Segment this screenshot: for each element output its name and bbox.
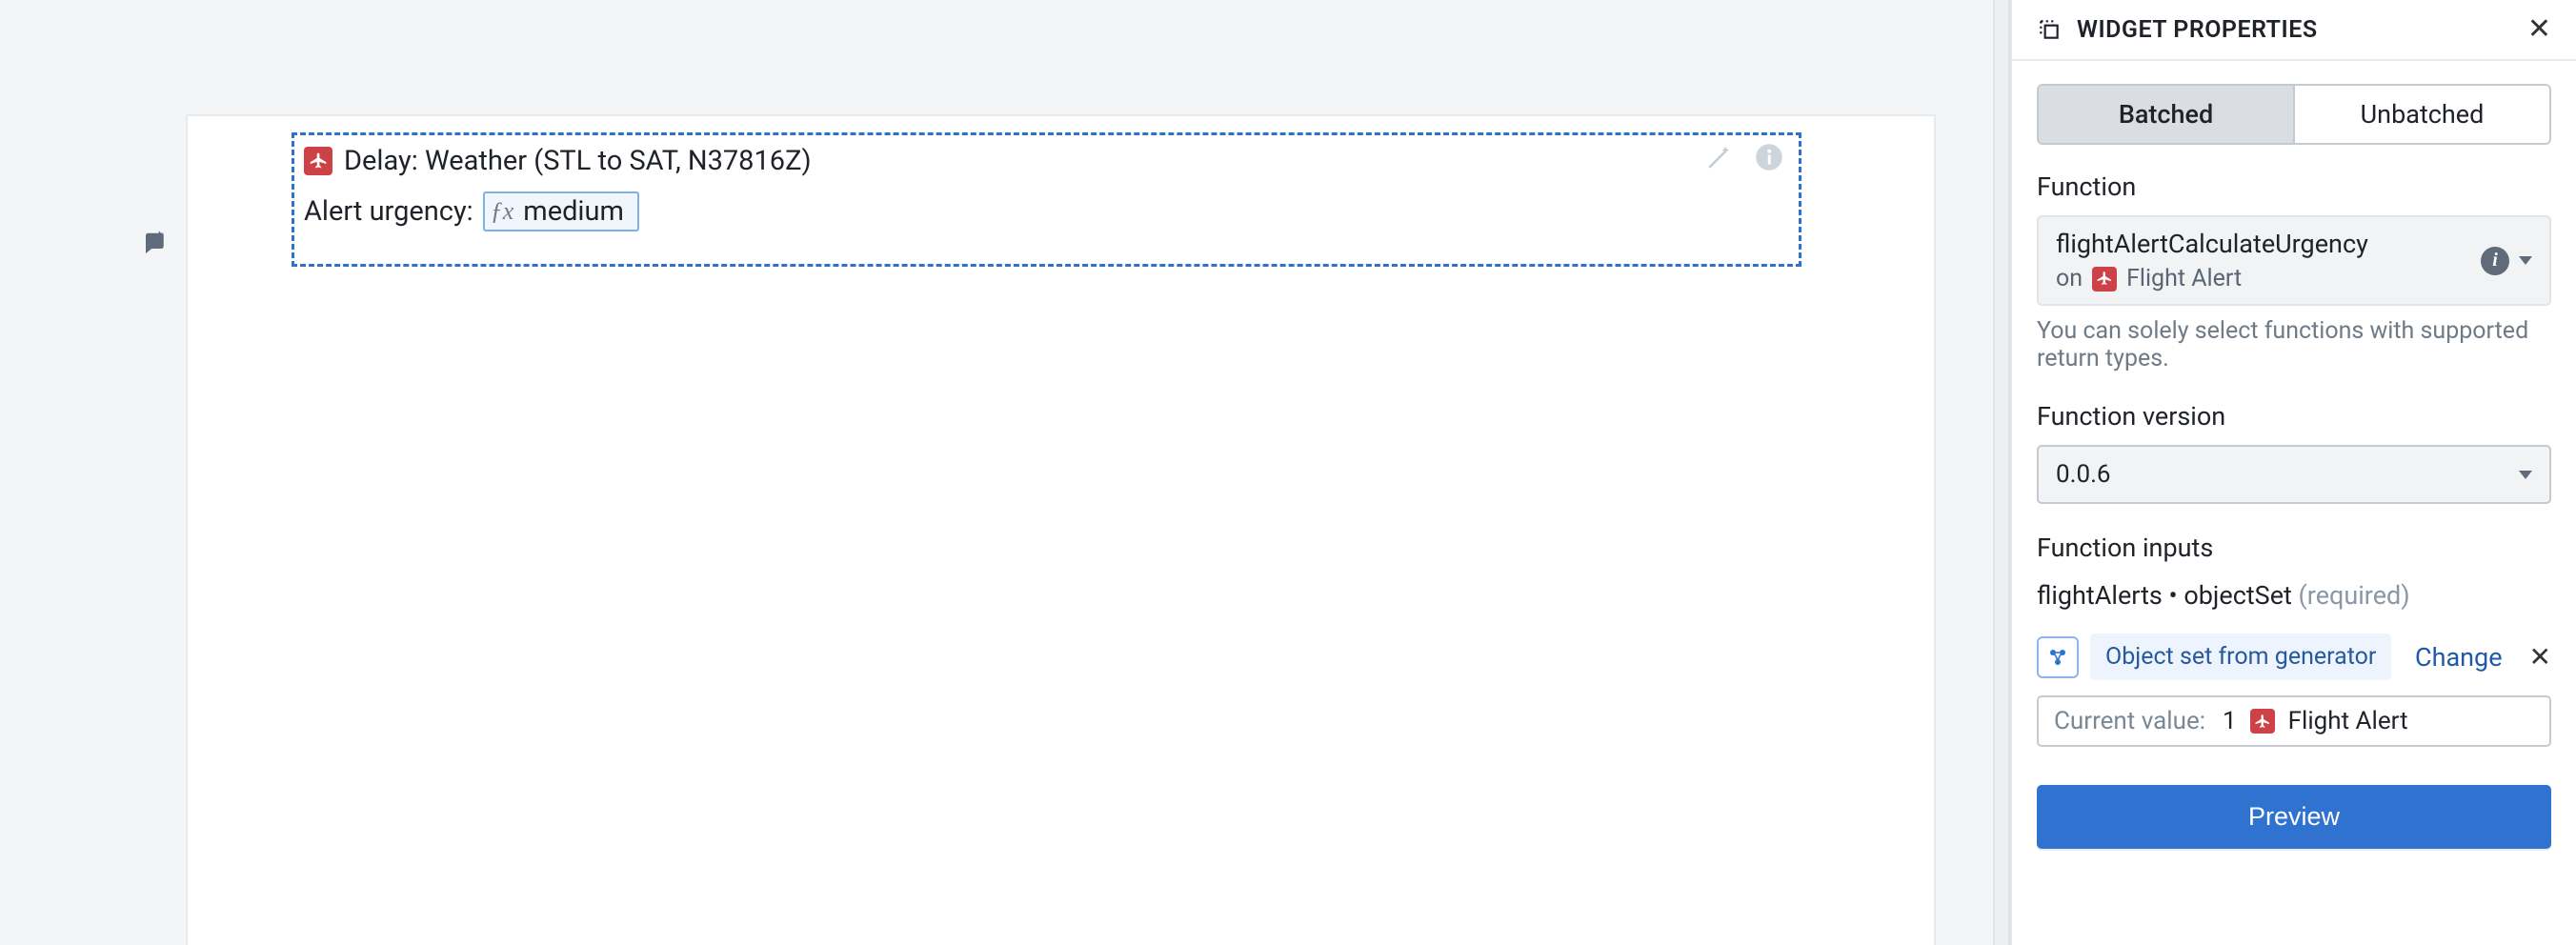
input-param-type: objectSet	[2184, 580, 2291, 611]
flight-alert-icon	[2250, 709, 2275, 734]
batch-mode-segmented: Batched Unbatched	[2037, 84, 2551, 145]
function-label: Function	[2037, 171, 2551, 202]
object-set-chip[interactable]: Object set from generator	[2090, 633, 2391, 680]
chevron-down-icon[interactable]	[2519, 256, 2532, 265]
batched-tab[interactable]: Batched	[2039, 86, 2295, 143]
chevron-down-icon	[2519, 471, 2532, 479]
input-param-required: (required)	[2299, 580, 2410, 611]
info-icon[interactable]	[1755, 143, 1783, 178]
current-value-count: 1	[2223, 707, 2237, 735]
fx-icon: ƒx	[491, 197, 514, 226]
remove-input-button[interactable]: ✕	[2529, 644, 2551, 671]
function-selector[interactable]: flightAlertCalculateUrgency on Flight Al…	[2037, 215, 2551, 306]
function-info-icon[interactable]: i	[2481, 247, 2509, 275]
version-value: 0.0.6	[2056, 460, 2111, 489]
function-on-type: Flight Alert	[2126, 265, 2242, 292]
widget-title: Delay: Weather (STL to SAT, N37816Z)	[344, 145, 812, 177]
widget-properties-icon	[2037, 17, 2062, 42]
flight-alert-icon	[304, 147, 332, 175]
panel-title: WIDGET PROPERTIES	[2077, 16, 2318, 44]
current-value-label: Current value:	[2054, 707, 2205, 735]
current-value-type: Flight Alert	[2288, 707, 2408, 735]
current-value-box: Current value: 1 Flight Alert	[2037, 695, 2551, 747]
change-button[interactable]: Change	[2415, 642, 2503, 673]
side-panel-scrollbar[interactable]	[1993, 0, 2010, 945]
urgency-value-pill[interactable]: ƒx medium	[483, 191, 639, 231]
close-panel-button[interactable]: ✕	[2527, 15, 2551, 44]
inputs-label: Function inputs	[2037, 533, 2551, 563]
urgency-value: medium	[523, 195, 624, 228]
inputs-param: flightAlerts • objectSet (required)	[2037, 580, 2551, 611]
function-name: flightAlertCalculateUrgency	[2056, 229, 2368, 259]
unbatched-tab[interactable]: Unbatched	[2295, 86, 2549, 143]
function-on-prefix: on	[2056, 265, 2083, 292]
widget-properties-panel: WIDGET PROPERTIES ✕ Batched Unbatched Fu…	[2010, 0, 2576, 945]
canvas-surface[interactable]: Delay: Weather (STL to SAT, N37816Z)	[186, 114, 1936, 945]
input-param-name: flightAlerts	[2037, 580, 2163, 611]
version-select[interactable]: 0.0.6	[2037, 445, 2551, 504]
comment-tool-icon[interactable]	[141, 230, 170, 265]
function-helper: You can solely select functions with sup…	[2037, 317, 2551, 372]
version-label: Function version	[2037, 401, 2551, 432]
wand-icon[interactable]	[1705, 143, 1734, 178]
selected-widget[interactable]: Delay: Weather (STL to SAT, N37816Z)	[292, 132, 1801, 267]
object-set-icon[interactable]	[2037, 636, 2079, 678]
preview-button[interactable]: Preview	[2037, 785, 2551, 849]
urgency-label: Alert urgency:	[304, 195, 473, 228]
canvas-area: Delay: Weather (STL to SAT, N37816Z)	[0, 0, 1993, 945]
flight-alert-icon	[2092, 267, 2117, 292]
